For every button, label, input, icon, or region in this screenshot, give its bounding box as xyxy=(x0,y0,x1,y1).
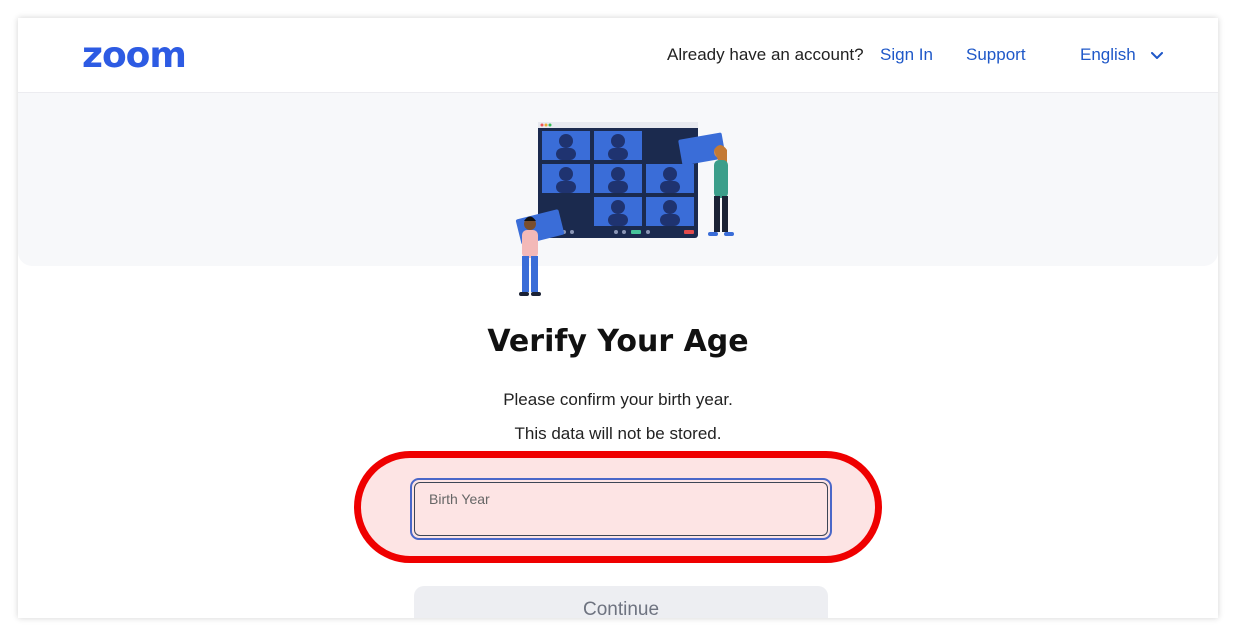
support-link[interactable]: Support xyxy=(966,44,1026,66)
birth-year-input[interactable] xyxy=(429,509,813,535)
browser-page: zoom Already have an account? Sign In Su… xyxy=(18,18,1218,618)
birth-year-field-border: Birth Year xyxy=(414,482,828,536)
language-label: English xyxy=(1080,45,1136,64)
page-title: Verify Your Age xyxy=(487,324,749,359)
top-header: zoom Already have an account? Sign In Su… xyxy=(18,18,1218,93)
sign-in-link[interactable]: Sign In xyxy=(880,44,933,66)
zoom-logo[interactable]: zoom xyxy=(82,38,187,74)
birth-year-field[interactable]: Birth Year xyxy=(410,478,832,540)
language-selector[interactable]: English xyxy=(1080,44,1163,66)
privacy-note: This data will not be stored. xyxy=(514,424,722,443)
account-prompt: Already have an account? xyxy=(667,45,864,64)
birth-year-label: Birth Year xyxy=(429,491,490,507)
continue-button[interactable]: Continue xyxy=(414,586,828,618)
instruction-text: Please confirm your birth year. xyxy=(503,390,733,409)
chevron-down-icon xyxy=(1150,51,1163,59)
video-conference-illustration xyxy=(515,122,734,296)
